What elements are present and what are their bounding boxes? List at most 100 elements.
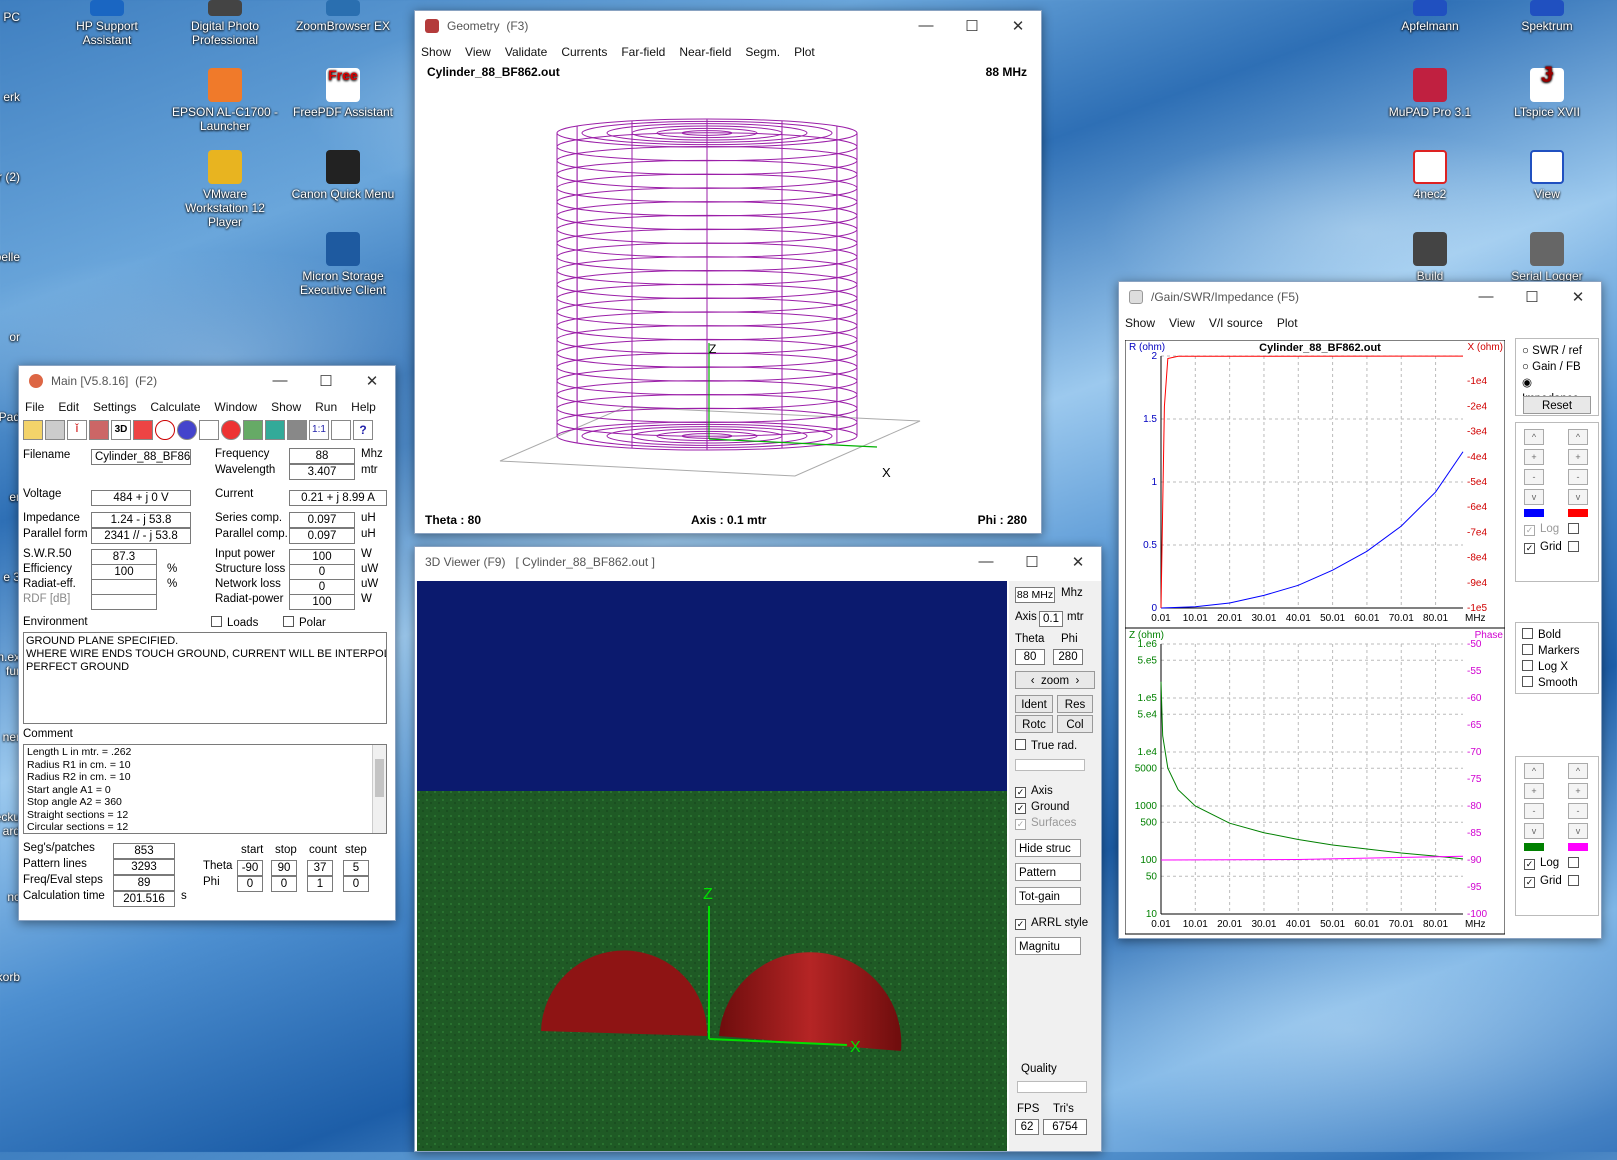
edit-tool-icon[interactable] xyxy=(133,420,153,440)
save-icon[interactable] xyxy=(45,420,65,440)
scale-plus-icon[interactable]: + xyxy=(1568,449,1588,465)
bottom-grid2-checkbox[interactable] xyxy=(1568,875,1584,888)
scale-down-icon[interactable]: v xyxy=(1568,823,1588,839)
logx-checkbox[interactable]: Log X xyxy=(1522,659,1592,675)
red-color-swatch[interactable] xyxy=(1568,509,1588,517)
arrl-checkbox[interactable]: ✓ ARRL style xyxy=(1015,917,1088,930)
geometry-menu-farfield[interactable]: Far-field xyxy=(621,45,665,59)
scale-plus-icon[interactable]: + xyxy=(1568,783,1588,799)
phi-step-field[interactable]: 0 xyxy=(343,876,369,892)
sweep-tool-icon[interactable] xyxy=(287,420,307,440)
desktop-icon-er[interactable]: er xyxy=(0,490,20,504)
geometry-menu-plot[interactable]: Plot xyxy=(794,45,815,59)
blue-color-swatch[interactable] xyxy=(1524,509,1544,517)
help-icon[interactable]: ? xyxy=(353,420,373,440)
markers-checkbox[interactable]: Markers xyxy=(1522,643,1592,659)
desktop-icon-or[interactable]: or xyxy=(0,330,20,344)
phi-start-field[interactable]: 0 xyxy=(237,876,263,892)
book-tool-icon[interactable] xyxy=(331,420,351,440)
desktop-icon-cku[interactable]: ecku ard xyxy=(0,810,20,838)
main-menu-show[interactable]: Show xyxy=(271,400,301,414)
scale-up-icon[interactable]: ^ xyxy=(1568,763,1588,779)
desktop-icon-mupad[interactable]: MuPAD Pro 3.1 xyxy=(1375,68,1485,119)
maximize-icon[interactable]: ☐ xyxy=(303,372,349,390)
gain-menu-plot[interactable]: Plot xyxy=(1277,316,1298,330)
bottom-log2-checkbox[interactable] xyxy=(1568,857,1584,870)
geometry-menu-show[interactable]: Show xyxy=(421,45,451,59)
quality-slider[interactable] xyxy=(1017,1081,1087,1093)
top-log-checkbox[interactable]: ✓ Log xyxy=(1524,523,1559,536)
frequency-field[interactable]: 88 xyxy=(289,448,355,464)
swr-radio[interactable]: ○ SWR / ref xyxy=(1522,343,1592,359)
smith-tool-icon[interactable] xyxy=(221,420,241,440)
col-button[interactable]: Col xyxy=(1057,715,1093,733)
geometry-menu-segm[interactable]: Segm. xyxy=(745,45,780,59)
desktop-icon-hp-support[interactable]: HP Support Assistant xyxy=(52,0,162,47)
desktop-icon-digital-photo[interactable]: Digital Photo Professional xyxy=(170,0,280,47)
close-icon[interactable]: ✕ xyxy=(1055,553,1101,571)
desktop-icon-ner[interactable]: ner xyxy=(0,730,20,744)
pattern-dropdown[interactable]: Pattern xyxy=(1015,863,1081,881)
desktop-icon-vmware[interactable]: VMware Workstation 12 Player xyxy=(170,150,280,229)
theta-step-field[interactable]: 5 xyxy=(343,860,369,876)
desktop-icon-spektrum[interactable]: Spektrum xyxy=(1492,0,1602,33)
scale-plus-icon[interactable]: + xyxy=(1524,449,1544,465)
environment-textarea[interactable]: GROUND PLANE SPECIFIED. WHERE WIRE ENDS … xyxy=(23,632,387,724)
ratio-tool-icon[interactable]: 1:1 xyxy=(309,420,329,440)
phi-count-field[interactable]: 1 xyxy=(307,876,333,892)
main-menu-help[interactable]: Help xyxy=(351,400,376,414)
geometry-menu-validate[interactable]: Validate xyxy=(505,45,547,59)
comment-scrollbar[interactable] xyxy=(372,745,386,833)
graph-tool-icon[interactable] xyxy=(199,420,219,440)
scale-plus-icon[interactable]: + xyxy=(1524,783,1544,799)
minimize-icon[interactable]: — xyxy=(257,372,303,390)
close-icon[interactable]: ✕ xyxy=(995,17,1041,35)
scroll-thumb[interactable] xyxy=(375,759,384,797)
filename-field[interactable]: Cylinder_88_BF862.out xyxy=(91,449,191,465)
geometry-titlebar[interactable]: Geometry (F3) — ☐ ✕ xyxy=(415,11,1041,41)
desktop-icon-4nec2[interactable]: 4nec2 xyxy=(1375,150,1485,201)
main-menu-window[interactable]: Window xyxy=(214,400,257,414)
zoom-out-icon[interactable]: ‹ xyxy=(1031,675,1035,687)
viewer-canvas[interactable]: Z X xyxy=(417,581,1007,1151)
geometry-tool-icon[interactable] xyxy=(89,420,109,440)
scale-minus-icon[interactable]: - xyxy=(1524,803,1544,819)
minimize-icon[interactable]: — xyxy=(903,17,949,35)
close-icon[interactable]: ✕ xyxy=(1555,288,1601,306)
hide-struct-dropdown[interactable]: Hide struc xyxy=(1015,839,1081,857)
ground-checkbox[interactable]: ✓ Ground xyxy=(1015,801,1069,814)
maximize-icon[interactable]: ☐ xyxy=(949,17,995,35)
desktop-icon-view[interactable]: View xyxy=(1492,150,1602,201)
scale-up-icon[interactable]: ^ xyxy=(1524,429,1544,445)
viewer-theta-field[interactable]: 80 xyxy=(1015,649,1045,665)
desktop-icon-epson[interactable]: EPSON AL-C1700 - Launcher xyxy=(170,68,280,133)
main-menu-file[interactable]: File xyxy=(25,400,44,414)
optimizer-tool-icon[interactable] xyxy=(243,420,263,440)
main-titlebar[interactable]: Main [V5.8.16] (F2) — ☐ ✕ xyxy=(19,366,395,396)
bold-checkbox[interactable]: Bold xyxy=(1522,627,1592,643)
geometry-menu-nearfield[interactable]: Near-field xyxy=(679,45,731,59)
scale-up-icon[interactable]: ^ xyxy=(1524,763,1544,779)
main-menu-run[interactable]: Run xyxy=(315,400,337,414)
bottom-log-checkbox[interactable]: ✓ Log xyxy=(1524,857,1559,870)
green-color-swatch[interactable] xyxy=(1524,843,1544,851)
bottom-grid-checkbox[interactable]: ✓ Grid xyxy=(1524,875,1562,888)
tot-gain-dropdown[interactable]: Tot-gain xyxy=(1015,887,1081,905)
minimize-icon[interactable]: — xyxy=(1463,288,1509,306)
scale-minus-icon[interactable]: - xyxy=(1524,469,1544,485)
desktop-icon-werk[interactable]: erk xyxy=(0,90,20,104)
maximize-icon[interactable]: ☐ xyxy=(1509,288,1555,306)
desktop-icon-build[interactable]: Build xyxy=(1375,232,1485,283)
scale-minus-icon[interactable]: - xyxy=(1568,469,1588,485)
theta-stop-field[interactable]: 90 xyxy=(271,860,297,876)
desktop-icon-zoombrowser[interactable]: ZoomBrowser EX xyxy=(288,0,398,33)
pattern-tool-icon[interactable] xyxy=(155,420,175,440)
gain-menu-show[interactable]: Show xyxy=(1125,316,1155,330)
main-menu-settings[interactable]: Settings xyxy=(93,400,136,414)
desktop-icon-freepdf[interactable]: Free FreePDF Assistant xyxy=(288,68,398,119)
desktop-icon-korb[interactable]: korb xyxy=(0,970,20,984)
magnitude-dropdown[interactable]: Magnitu xyxy=(1015,937,1081,955)
axis-checkbox[interactable]: ✓ Axis xyxy=(1015,785,1053,798)
desktop-icon-ltspice[interactable]: Ɉ LTspice XVII xyxy=(1492,64,1602,120)
res-button[interactable]: Res xyxy=(1057,695,1093,713)
